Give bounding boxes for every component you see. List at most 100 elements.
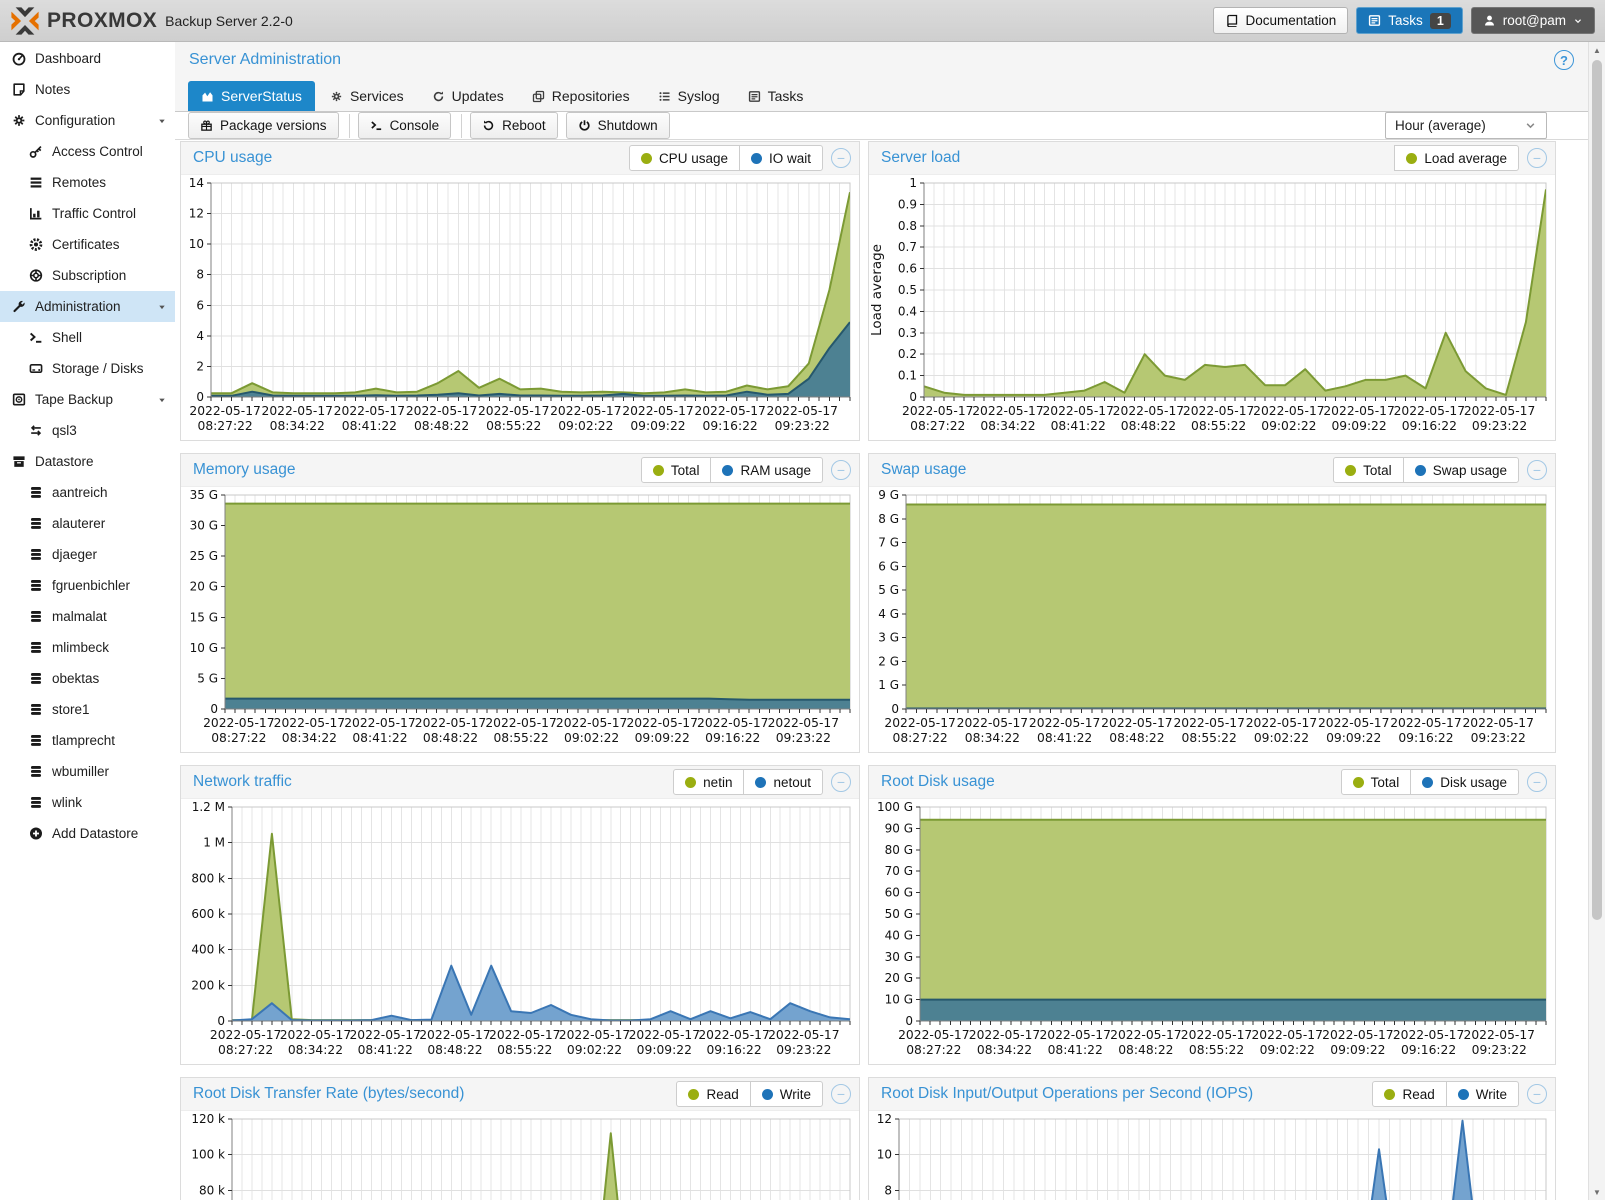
sidebar-item-dashboard[interactable]: Dashboard [0,43,175,74]
legend-netin[interactable]: netin [673,769,744,795]
sidebar-item-storage-disks[interactable]: Storage / Disks [0,353,175,384]
legend-dot [653,465,664,476]
vertical-scrollbar[interactable]: ▲ ▼ [1588,42,1605,1200]
legend-netout[interactable]: netout [743,769,823,795]
tab-serverstatus[interactable]: ServerStatus [188,81,315,111]
sidebar-item-aantreich[interactable]: aantreich [0,477,175,508]
timeframe-select[interactable]: Hour (average) [1385,112,1547,139]
legend-write[interactable]: Write [1446,1081,1519,1107]
sidebar-item-alauterer[interactable]: alauterer [0,508,175,539]
sidebar-item-obektas[interactable]: obektas [0,663,175,694]
help-button[interactable]: ? [1554,50,1574,70]
console-button[interactable]: Console [358,112,452,139]
svg-text:2022-05-17: 2022-05-17 [210,1028,281,1042]
svg-text:0.4: 0.4 [898,304,917,318]
legend-label: Swap usage [1433,463,1507,478]
sidebar-item-label: tlamprecht [52,733,115,748]
chart-legend: Load average [1394,145,1519,171]
collapse-panel-button[interactable]: − [831,460,851,480]
collapse-panel-button[interactable]: − [831,148,851,168]
tasks-button[interactable]: Tasks 1 [1356,7,1462,34]
svg-text:08:48:22: 08:48:22 [1109,731,1164,745]
panel-title: Root Disk usage [881,773,995,791]
sidebar-item-fgruenbichler[interactable]: fgruenbichler [0,570,175,601]
legend-read[interactable]: Read [676,1081,750,1107]
logo-text: PROXMOX [47,9,157,33]
sidebar-item-configuration[interactable]: Configuration [0,105,175,136]
scrollbar-thumb[interactable] [1592,60,1602,920]
legend-read[interactable]: Read [1372,1081,1446,1107]
sidebar-item-malmalat[interactable]: malmalat [0,601,175,632]
sidebar-item-access-control[interactable]: Access Control [0,136,175,167]
sidebar-item-subscription[interactable]: Subscription [0,260,175,291]
sidebar-item-tape-backup[interactable]: Tape Backup [0,384,175,415]
sidebar-item-tlamprecht[interactable]: tlamprecht [0,725,175,756]
sidebar-item-notes[interactable]: Notes [0,74,175,105]
svg-text:2022-05-17: 2022-05-17 [694,404,765,418]
sidebar-item-shell[interactable]: Shell [0,322,175,353]
certificate-icon [27,237,45,252]
sidebar-item-store1[interactable]: store1 [0,694,175,725]
tab-tasks[interactable]: Tasks [735,81,817,111]
content-header: Server Administration ? ServerStatusServ… [175,42,1588,112]
svg-text:08:55:22: 08:55:22 [497,1043,552,1057]
legend-total[interactable]: Total [1333,457,1404,483]
legend-label: RAM usage [740,463,811,478]
chart-memory-usage: 05 G10 G15 G20 G25 G30 G35 G2022-05-1708… [181,487,859,751]
svg-text:09:09:22: 09:09:22 [1326,731,1381,745]
database-icon [27,702,45,717]
collapse-panel-button[interactable]: − [831,772,851,792]
scroll-down-arrow[interactable]: ▼ [1589,1184,1605,1200]
legend-cpu-usage[interactable]: CPU usage [629,145,740,171]
sidebar-item-datastore[interactable]: Datastore [0,446,175,477]
legend-load-average[interactable]: Load average [1394,145,1519,171]
tab-services[interactable]: Services [317,81,417,111]
sidebar-item-certificates[interactable]: Certificates [0,229,175,260]
svg-text:2022-05-17: 2022-05-17 [478,404,549,418]
sidebar-item-remotes[interactable]: Remotes [0,167,175,198]
legend-ram-usage[interactable]: RAM usage [710,457,823,483]
svg-text:2022-05-17: 2022-05-17 [262,404,333,418]
panel-title: Root Disk Transfer Rate (bytes/second) [193,1085,464,1103]
package-versions-button[interactable]: Package versions [188,112,339,139]
sidebar-item-label: store1 [52,702,90,717]
legend-io-wait[interactable]: IO wait [739,145,823,171]
sidebar-item-wlink[interactable]: wlink [0,787,175,818]
collapse-panel-button[interactable]: − [1527,1084,1547,1104]
refresh-icon [432,90,445,103]
user-menu-button[interactable]: root@pam [1471,7,1595,34]
svg-text:2022-05-17: 2022-05-17 [1173,716,1244,730]
sidebar-item-wbumiller[interactable]: wbumiller [0,756,175,787]
svg-text:0.1: 0.1 [898,369,917,383]
sidebar-item-label: obektas [52,671,99,686]
shutdown-button[interactable]: Shutdown [566,112,670,139]
legend-disk-usage[interactable]: Disk usage [1410,769,1519,795]
reboot-button[interactable]: Reboot [470,112,558,139]
sidebar-item-mlimbeck[interactable]: mlimbeck [0,632,175,663]
legend-write[interactable]: Write [750,1081,823,1107]
legend-swap-usage[interactable]: Swap usage [1403,457,1519,483]
tab-repositories[interactable]: Repositories [519,81,643,111]
tab-updates[interactable]: Updates [419,81,517,111]
tab-syslog[interactable]: Syslog [645,81,733,111]
sidebar-item-traffic-control[interactable]: Traffic Control [0,198,175,229]
svg-text:0: 0 [905,1014,913,1028]
svg-text:120 k: 120 k [191,1112,225,1126]
collapse-panel-button[interactable]: − [1527,148,1547,168]
svg-text:2022-05-17: 2022-05-17 [884,716,955,730]
collapse-panel-button[interactable]: − [1527,772,1547,792]
scroll-up-arrow[interactable]: ▲ [1589,42,1605,58]
sidebar-item-add-datastore[interactable]: Add Datastore [0,818,175,849]
tasks-icon [1368,14,1381,27]
legend-total[interactable]: Total [641,457,712,483]
sidebar-item-qsl3[interactable]: qsl3 [0,415,175,446]
gauge-icon [10,51,28,66]
collapse-panel-button[interactable]: − [1527,460,1547,480]
sidebar-item-administration[interactable]: Administration [0,291,175,322]
collapse-panel-button[interactable]: − [831,1084,851,1104]
page-title: Server Administration [189,51,341,69]
sidebar-item-djaeger[interactable]: djaeger [0,539,175,570]
svg-text:25 G: 25 G [190,549,218,563]
legend-total[interactable]: Total [1341,769,1412,795]
documentation-button[interactable]: Documentation [1213,7,1348,34]
